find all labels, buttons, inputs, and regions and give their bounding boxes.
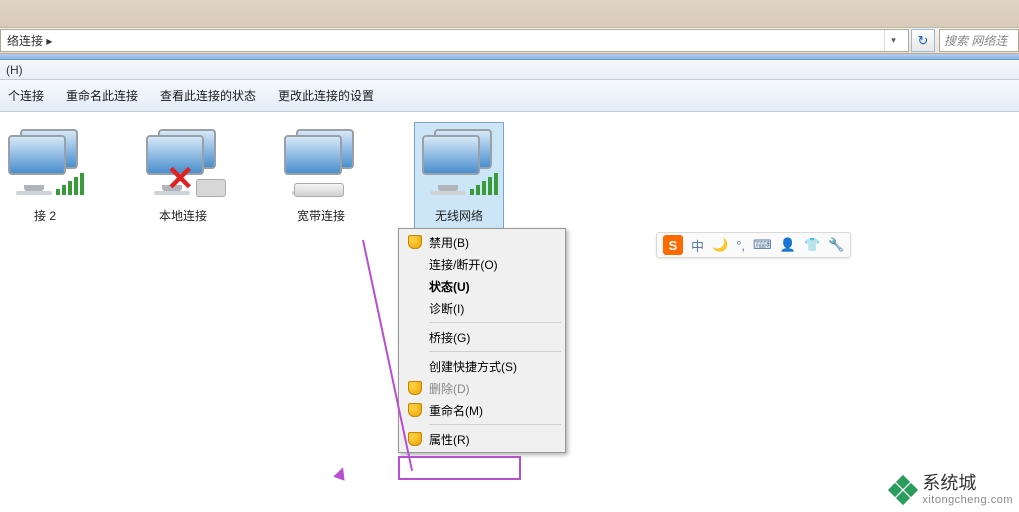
ctx-delete: 删除(D) xyxy=(401,377,563,399)
address-path: 络连接 ▸ xyxy=(7,32,52,49)
modem-icon xyxy=(294,183,344,197)
address-row: 络连接 ▸ ▾ ↻ 搜索 网络连 xyxy=(0,28,1019,54)
search-placeholder: 搜索 网络连 xyxy=(944,32,1007,49)
address-bar[interactable]: 络连接 ▸ ▾ xyxy=(0,29,909,52)
toolbar-item[interactable]: 重命名此连接 xyxy=(66,87,138,104)
monitor-icon xyxy=(282,127,360,205)
watermark-logo-icon xyxy=(890,477,916,503)
toolbar-item[interactable]: 更改此连接的设置 xyxy=(278,87,374,104)
shield-icon xyxy=(407,402,423,418)
refresh-icon: ↻ xyxy=(918,33,929,49)
connection-label: 本地连接 xyxy=(159,209,207,225)
ime-punct-icon[interactable]: °, xyxy=(736,238,745,253)
window-titlebar xyxy=(0,0,1019,28)
ime-toolbar[interactable]: S 中 🌙 °, ⌨ 👤 👕 🔧 xyxy=(656,232,851,258)
annotation-arrow-head xyxy=(333,465,348,480)
monitor-icon xyxy=(420,127,498,205)
ctx-bridge[interactable]: 桥接(G) xyxy=(401,326,563,348)
connection-label: 接 2 xyxy=(34,209,56,225)
search-input[interactable]: 搜索 网络连 xyxy=(939,29,1019,52)
ctx-diagnose[interactable]: 诊断(I) xyxy=(401,297,563,319)
connection-item[interactable]: 接 2 xyxy=(0,122,90,230)
ctx-properties[interactable]: 属性(R) xyxy=(401,428,563,450)
menu-bar: (H) xyxy=(0,60,1019,80)
address-dropdown-icon[interactable]: ▾ xyxy=(884,30,902,51)
connection-list: 接 2 ✕ 本地连接 宽带连接 无线网络 xyxy=(0,122,1019,230)
toolbar-item[interactable]: 个连接 xyxy=(8,87,44,104)
shield-icon xyxy=(407,234,423,250)
context-menu: 禁用(B) 连接/断开(O) 状态(U) 诊断(I) 桥接(G) 创建快捷方式(… xyxy=(398,228,566,453)
toolbar: 个连接 重命名此连接 查看此连接的状态 更改此连接的设置 xyxy=(0,80,1019,112)
ime-lang[interactable]: 中 xyxy=(691,236,704,255)
connection-label: 无线网络 xyxy=(435,209,483,225)
shield-icon xyxy=(407,431,423,447)
watermark: 系统城 xitongcheng.com xyxy=(890,474,1013,506)
shield-icon xyxy=(407,380,423,396)
connection-label: 宽带连接 xyxy=(297,209,345,225)
ime-keyboard-icon[interactable]: ⌨ xyxy=(753,237,772,253)
toolbar-item[interactable]: 查看此连接的状态 xyxy=(160,87,256,104)
connection-item[interactable]: 宽带连接 xyxy=(276,122,366,230)
connection-item-selected[interactable]: 无线网络 xyxy=(414,122,504,230)
ime-user-icon[interactable]: 👤 xyxy=(780,237,796,253)
ctx-shortcut[interactable]: 创建快捷方式(S) xyxy=(401,355,563,377)
monitor-icon: ✕ xyxy=(144,127,222,205)
cable-icon xyxy=(196,179,226,197)
ctx-connect[interactable]: 连接/断开(O) xyxy=(401,253,563,275)
ime-moon-icon[interactable]: 🌙 xyxy=(712,237,728,253)
separator xyxy=(429,322,561,323)
connection-item[interactable]: ✕ 本地连接 xyxy=(138,122,228,230)
ime-skin-icon[interactable]: 👕 xyxy=(804,237,820,253)
ime-logo-icon[interactable]: S xyxy=(663,235,683,255)
separator xyxy=(429,424,561,425)
content-area: 接 2 ✕ 本地连接 宽带连接 无线网络 禁用(B) xyxy=(0,112,1019,512)
watermark-url: xitongcheng.com xyxy=(922,494,1013,506)
separator xyxy=(429,351,561,352)
ctx-status[interactable]: 状态(U) xyxy=(401,275,563,297)
refresh-button[interactable]: ↻ xyxy=(911,29,935,52)
watermark-title: 系统城 xyxy=(922,474,1013,494)
disabled-x-icon: ✕ xyxy=(166,159,195,199)
menu-help[interactable]: (H) xyxy=(6,63,23,77)
ctx-rename[interactable]: 重命名(M) xyxy=(401,399,563,421)
ctx-disable[interactable]: 禁用(B) xyxy=(401,231,563,253)
monitor-icon xyxy=(6,127,84,205)
ime-wrench-icon[interactable]: 🔧 xyxy=(828,237,844,253)
annotation-highlight xyxy=(398,456,521,480)
